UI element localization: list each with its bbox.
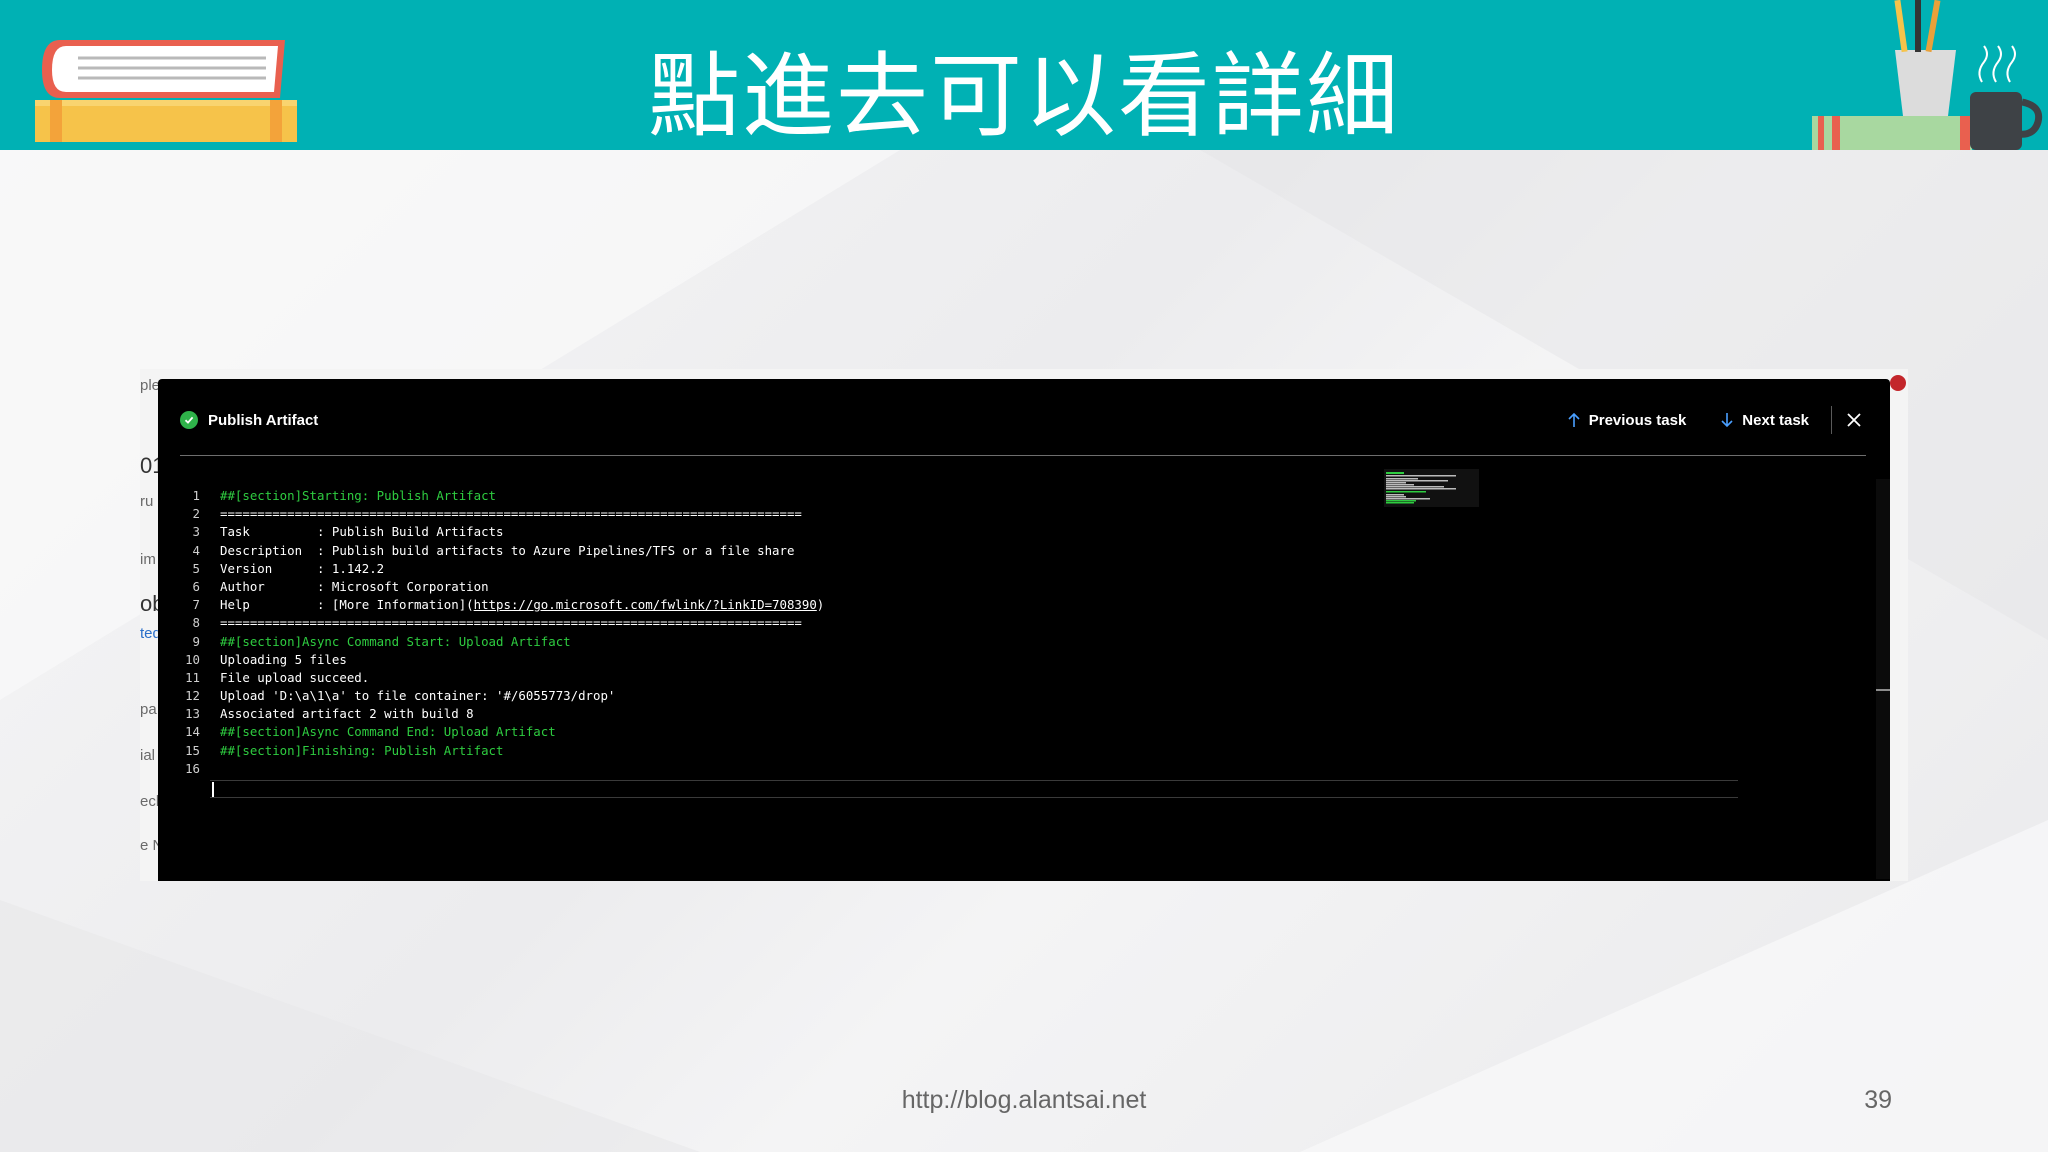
previous-task-button[interactable]: Previous task (1567, 411, 1687, 429)
log-text-content: File upload succeed. (220, 669, 370, 685)
log-line: 12 Upload 'D:\a\1\a' to file container: '… (180, 687, 1760, 705)
line-number: 3 (192, 524, 200, 540)
check-circle-icon (180, 411, 198, 429)
log-text: Help : [More Information](https://go.mic… (220, 596, 824, 614)
log-text-content: Task : Publish Build Artifacts (220, 524, 504, 540)
log-text-content: Associated artifact 2 with build 8 (220, 706, 474, 722)
line-number: 12 (185, 688, 200, 704)
log-line: 9 ##[section]Async Command Start: Upload … (180, 633, 1760, 651)
log-line: 4 Description : Publish build artifacts t… (180, 542, 1760, 560)
log-line: 8 =======================================… (180, 614, 1760, 632)
line-number: 10 (185, 651, 200, 667)
log-text-content: ##[section]Async Command Start: Upload A… (220, 633, 571, 649)
log-section-text: ##[section]Async Command End: Upload Art… (220, 723, 556, 741)
text-cursor (212, 782, 214, 797)
log-text-content: Help : [More Information]( (220, 597, 474, 613)
log-text: Associated artifact 2 with build 8 (220, 705, 474, 723)
close-button[interactable] (1846, 412, 1862, 428)
log-line: 15 ##[section]Finishing: Publish Artifact (180, 742, 1760, 760)
slide-title: 點進去可以看詳細 (647, 43, 1400, 150)
background-fragment: im (140, 551, 156, 568)
log-text-content: ========================================… (220, 615, 802, 631)
header-divider (1831, 406, 1832, 434)
log-line: 5 Version : 1.142.2 (180, 560, 1760, 578)
next-task-button[interactable]: Next task (1720, 412, 1809, 429)
background-fragment: ial (140, 747, 156, 764)
task-navigation: Previous task Next task (1567, 406, 1866, 434)
log-text: Author : Microsoft Corporation (220, 578, 489, 596)
arrow-up-icon (1568, 412, 1580, 427)
header-divider-line (180, 455, 1866, 456)
line-number: 2 (192, 506, 200, 522)
help-link[interactable]: https://go.microsoft.com/fwlink/?LinkID=… (474, 597, 817, 612)
log-text: Uploading 5 files (220, 651, 347, 669)
footer-url: http://blog.alantsai.net (901, 1086, 1147, 1114)
log-text: Description : Publish build artifacts to… (220, 542, 794, 560)
log-text: ========================================… (220, 614, 802, 632)
log-text-content: ##[section]Async Command End: Upload Art… (220, 724, 556, 740)
slide-header: 點進去可以看詳細 (0, 0, 2048, 150)
log-line: 1 ##[section]Starting: Publish Artifact (180, 487, 1760, 505)
log-line: 11 File upload succeed. (180, 669, 1760, 687)
background-fragment: ru (140, 493, 154, 510)
log-text-content: Version : 1.142.2 (220, 560, 385, 576)
line-number: 4 (192, 542, 200, 558)
current-line-highlight (210, 780, 1738, 798)
log-line: 10 Uploading 5 files (180, 651, 1760, 669)
close-icon (1847, 413, 1861, 427)
log-text: ========================================… (220, 505, 802, 523)
log-text-content: ========================================… (220, 506, 802, 522)
line-number: 15 (185, 742, 200, 758)
page-number: 39 (1864, 1086, 1892, 1114)
log-text-tail: ) (816, 597, 825, 613)
task-log-header: Publish Artifact Previous task Next task (180, 405, 1866, 435)
code-minimap[interactable] (1384, 469, 1479, 507)
log-text: Upload 'D:\a\1\a' to file container: '#/… (220, 687, 615, 705)
log-section-text: ##[section]Async Command Start: Upload A… (220, 633, 571, 651)
notification-dot (1890, 375, 1906, 391)
line-number: 6 (192, 578, 200, 594)
log-section-text: ##[section]Finishing: Publish Artifact (220, 742, 503, 760)
background-fragment: pa (140, 701, 157, 718)
line-number: 1 (192, 488, 200, 503)
next-task-label: Next task (1742, 411, 1809, 429)
task-title: Publish Artifact (208, 411, 319, 429)
log-text: Task : Publish Build Artifacts (220, 523, 503, 541)
log-text-content: Description : Publish build artifacts to… (220, 542, 795, 558)
line-number: 9 (192, 633, 200, 649)
log-line: 7 Help : [More Information](https://go.mi… (180, 596, 1760, 614)
log-text-content: ##[section]Starting: Publish Artifact (220, 488, 497, 503)
log-line: 16 (180, 760, 1760, 778)
log-line: 6 Author : Microsoft Corporation (180, 578, 1760, 596)
line-number: 14 (185, 724, 200, 740)
log-text-content: Upload 'D:\a\1\a' to file container: '#/… (220, 688, 616, 704)
task-log-panel: Publish Artifact Previous task Next task (158, 379, 1890, 881)
arrow-down-icon (1721, 413, 1733, 428)
log-text-content: Author : Microsoft Corporation (220, 578, 489, 594)
scroll-position-marker (1876, 689, 1890, 691)
line-number: 13 (185, 706, 200, 722)
previous-task-label: Previous task (1588, 411, 1687, 429)
line-number: 7 (192, 597, 200, 613)
desk-supplies-icon (1812, 0, 2043, 150)
log-line: 13 Associated artifact 2 with build 8 (180, 705, 1760, 723)
log-text: Version : 1.142.2 (220, 560, 384, 578)
log-line: 14 ##[section]Async Command End: Upload A… (180, 723, 1760, 741)
log-text: File upload succeed. (220, 669, 369, 687)
line-number: 16 (185, 760, 200, 776)
line-number: 11 (185, 669, 200, 685)
log-output[interactable]: 1 ##[section]Starting: Publish Artifact 2 =… (180, 487, 1760, 778)
line-number: 5 (192, 560, 200, 576)
embedded-screenshot: ple 01 ru im ob ted pa ial eck e N Publi… (140, 369, 1908, 881)
log-text-content: Uploading 5 files (220, 651, 347, 667)
log-text-content: ##[section]Finishing: Publish Artifact (220, 742, 504, 758)
vertical-scrollbar[interactable] (1876, 479, 1890, 879)
log-section-text: ##[section]Starting: Publish Artifact (220, 487, 496, 505)
log-line: 2 =======================================… (180, 505, 1760, 523)
log-line: 3 Task : Publish Build Artifacts (180, 523, 1760, 541)
line-number: 8 (192, 615, 200, 631)
